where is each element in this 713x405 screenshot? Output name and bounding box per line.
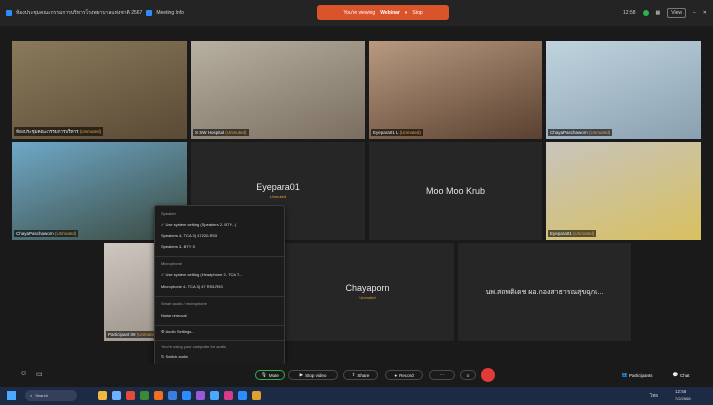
speaker-option[interactable]: ✓ Use system setting (Speakers 2- BTY...… [161,222,236,227]
audio-settings-item[interactable]: ⚙ Audio Settings... [161,329,195,334]
os-taskbar: ⌕ Search ไทย 12:58 7/2/2568 [0,387,713,405]
video-tile[interactable]: นพ.สถพติเดช ผอ.กองสาธารณสุขฉุกเ... [458,243,631,341]
chat-button[interactable]: 💬 Chat [666,370,696,380]
video-tile[interactable]: Chayaporn Unmuted [281,243,454,341]
tray-lang[interactable]: ไทย [650,392,658,399]
audio-note: You're using your computer for audio [161,344,227,349]
app-icon[interactable] [126,391,135,400]
recording-name: Webinar [380,9,400,16]
tray-date[interactable]: 7/2/2568 [675,396,691,401]
stop-video-button[interactable]: ▶ Stop video [288,370,338,380]
close-icon[interactable]: ✕ [703,10,707,16]
participant-name: ห้องประชุมคณะกรรมการบริหาร [16,129,79,134]
app-icon[interactable] [182,391,191,400]
record-button[interactable]: ● Record [385,370,423,380]
pause-icon[interactable]: ⏸ [405,10,408,16]
reaction-icon[interactable]: ☺ [20,370,27,377]
chat-bubble-icon[interactable]: ▭ [36,370,43,378]
app-icon[interactable] [98,391,107,400]
participant-name: Eyepara01 L [373,130,399,135]
app-icon[interactable] [252,391,261,400]
audio-status: (Unmuted) [399,130,421,135]
participants-button[interactable]: 👥 Participants [614,370,660,380]
more-button[interactable]: ⋯ [429,370,455,380]
shield-secure-icon [642,10,649,16]
microphone-option[interactable]: ✓ Use system setting (Headphone 2- TCA T… [161,272,242,277]
video-tile[interactable]: Moo Moo Krub [369,142,542,240]
participant-name: Chayaporn [345,283,390,293]
tray-time[interactable]: 12:58 [675,389,686,394]
clock: 12:58 [623,10,636,16]
participant-name: Eyepara01 [550,231,572,236]
audio-status: (Unmuted) [55,231,77,236]
video-tile[interactable]: Eyepara01 (Unmuted) [546,142,701,240]
participant-name: ChayaPaschaworn [16,231,54,236]
audio-status: Unmuted [359,295,376,300]
video-tile[interactable]: ChayaPaschaworn (Unmuted) [546,41,701,139]
taskbar-search[interactable]: ⌕ Search [25,390,77,401]
share-button[interactable]: ⇧ Share [343,370,378,380]
participant-name: Moo Moo Krub [425,186,486,196]
audio-status: Unmuted [269,194,287,199]
app-icon[interactable] [140,391,149,400]
stop-recording-button[interactable]: Stop [412,10,422,16]
windows-start-icon[interactable] [7,391,16,400]
microphone-header: Microphone [161,261,182,266]
audio-status: (Unmuted) [79,129,102,134]
shield-icon [6,10,12,16]
meeting-info-link[interactable]: Meeting Info [156,10,184,16]
participant-name: Participant 09 [108,332,136,337]
view-button[interactable]: View [667,8,687,18]
app-icon[interactable] [238,391,247,400]
audio-status: (Unmuted) [573,231,595,236]
meeting-toolbar: ☺ ▭ 🎙 Mute ▶ Stop video ⇧ Share ● Record… [0,364,713,387]
app-icon[interactable] [168,391,177,400]
audio-status: (Unmuted) [589,130,611,135]
app-icon[interactable] [196,391,205,400]
audio-options-menu: Speaker ✓ Use system setting (Speakers 2… [154,205,285,365]
app-icon[interactable] [154,391,163,400]
grid-view-icon[interactable]: ▦ [656,10,661,16]
info-icon[interactable] [146,10,153,16]
app-icon[interactable] [210,391,219,400]
app-icon[interactable] [224,391,233,400]
participant-name: Eyepara01 [256,182,300,192]
audio-status: (Unmuted) [225,130,247,135]
noise-removal-option[interactable]: Noise removal [161,313,187,318]
speaker-option[interactable]: Speakers 4- TCA 3) 47220-R53 [161,233,217,238]
speaker-header: Speaker [161,211,176,216]
mute-button[interactable]: 🎙 Mute [255,370,285,380]
app-icon[interactable] [112,391,121,400]
participant-name: นพ.สถพติเดช ผอ.กองสาธารณสุขฉุกเ... [485,289,604,296]
participant-name: S SW Hospital [195,130,225,135]
video-tile[interactable]: ห้องประชุมคณะกรรมการบริหาร (Unmuted) [12,41,187,139]
meeting-title: ห้องประชุมคณะกรรมการบริหารโรงพยาบาลแห่งช… [16,10,143,16]
window-titlebar: ห้องประชุมคณะกรรมการบริหารโรงพยาบาลแห่งช… [0,0,713,26]
microphone-option[interactable]: Microphone 4- TCA 3) 47 R53-R53 [161,284,223,289]
video-tile[interactable]: S SW Hospital (Unmuted) [191,41,365,139]
participant-name: ChayaPaschaworn [550,130,588,135]
captions-button[interactable]: ≡ [460,370,476,380]
switch-audio-item[interactable]: ↻ Switch audio [161,354,188,359]
video-tile[interactable]: Eyepara01 L (Unmuted) [369,41,542,139]
leave-button[interactable] [481,368,495,382]
smart-audio-header: Smart audio / microphone [161,301,207,306]
recording-text: You're viewing [343,9,376,16]
speaker-option[interactable]: Speakers 3- BTY S [161,244,195,249]
minimize-icon[interactable]: – [693,10,696,16]
recording-banner: You're viewing Webinar ⏸ Stop [317,5,449,20]
